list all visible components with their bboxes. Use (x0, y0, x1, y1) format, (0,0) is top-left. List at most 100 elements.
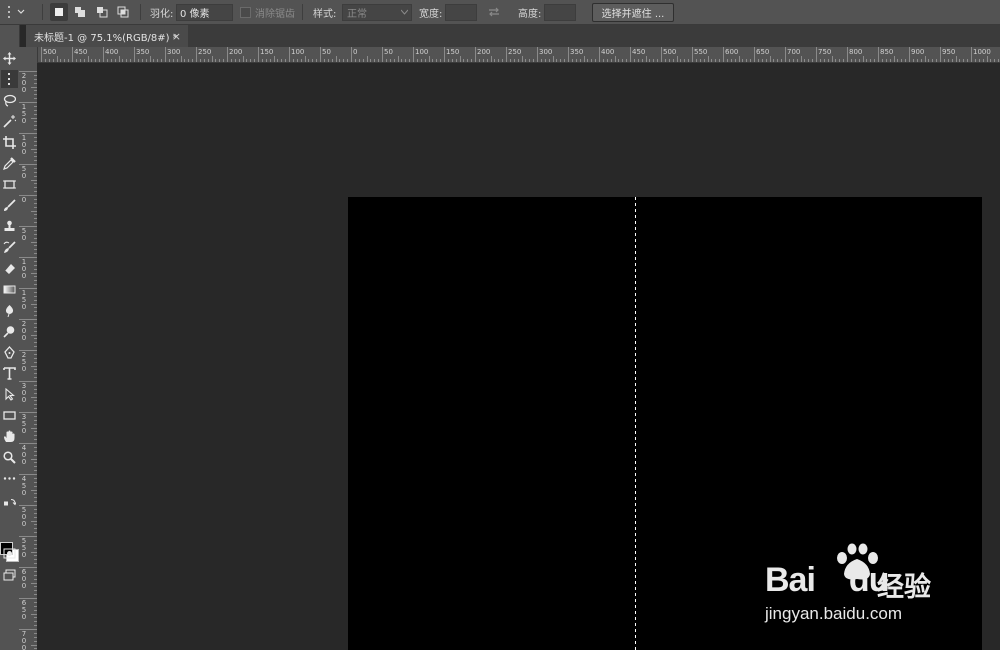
document-tab[interactable]: 未标题-1 @ 75.1%(RGB/8#) * × (26, 25, 188, 47)
ruler-tick (339, 59, 341, 62)
intersect-selection-button[interactable] (114, 3, 132, 21)
eraser-tool[interactable] (1, 259, 18, 277)
style-label: 样式: (313, 8, 337, 20)
pen-tool[interactable] (1, 343, 18, 361)
zoom-tool[interactable] (1, 448, 18, 466)
ruler-tick (19, 381, 37, 382)
style-select-wrap: 正常 (342, 0, 412, 24)
ruler-tick (943, 59, 945, 62)
gradient-tool[interactable] (1, 280, 18, 298)
ruler-tick (940, 47, 941, 62)
ruler-tick (498, 59, 500, 62)
ruler-tick-label: 150 (21, 289, 27, 311)
brush-tool[interactable] (1, 196, 18, 214)
pen-icon (4, 345, 15, 359)
ruler-tick (699, 59, 701, 62)
ruler-tick-label: 750 (818, 48, 832, 56)
tool-preset-picker[interactable] (4, 0, 38, 24)
eyedropper-tool[interactable] (1, 154, 18, 172)
ruler-tick (261, 59, 263, 62)
ruler-tick (761, 59, 763, 62)
ruler-tick (455, 59, 457, 62)
ruler-tick (316, 59, 318, 62)
crop-tool[interactable] (1, 133, 18, 151)
ruler-tick (947, 59, 949, 62)
ruler-tick-label: 300 (167, 48, 181, 56)
ruler-tick (370, 59, 372, 62)
ruler-tick (192, 59, 194, 62)
ruler-tick (870, 59, 872, 62)
ruler-tick (19, 567, 37, 568)
ruler-tick (153, 59, 155, 62)
magic-wand-tool[interactable] (1, 112, 18, 130)
select-and-mask-button[interactable]: 选择并遮住 ... (592, 3, 674, 22)
ruler-tick (692, 47, 693, 62)
ruler-tick-label: 150 (21, 103, 27, 125)
ruler-tick (971, 47, 972, 62)
height-input[interactable] (544, 3, 576, 21)
ruler-tick (258, 47, 259, 62)
feather-input[interactable]: 0 像素 (176, 3, 233, 21)
ruler-tick (517, 59, 519, 62)
ruler-tick (126, 59, 128, 62)
ruler-tick-label: 400 (601, 48, 615, 56)
ruler-tick (843, 59, 845, 62)
ruler-tick-label: 250 (508, 48, 522, 56)
hand-tool[interactable] (1, 427, 18, 445)
screen-mode-button[interactable] (1, 566, 18, 584)
ruler-tick (48, 59, 50, 62)
ruler-tick (719, 59, 721, 62)
ruler-tick (850, 59, 852, 62)
more-tools[interactable] (1, 469, 18, 487)
rectangle-tool[interactable] (1, 406, 18, 424)
ruler-tick (881, 59, 883, 62)
ruler-tick (99, 59, 101, 62)
ruler-tick (378, 59, 380, 62)
ruler-tick (998, 59, 1000, 62)
type-tool[interactable] (1, 364, 18, 382)
ruler-tick (215, 59, 217, 62)
close-tab-icon[interactable]: × (172, 30, 181, 43)
ruler-tick (645, 56, 647, 62)
ruler-tick (738, 56, 740, 62)
antialias-checkbox[interactable] (240, 6, 251, 18)
ruler-tick (95, 59, 97, 62)
ruler-tick-label: 550 (694, 48, 708, 56)
lasso-tool[interactable] (1, 91, 18, 109)
swap-dimensions-button[interactable] (487, 0, 501, 24)
ruler-vertical[interactable]: 2001501005005010015020025030035040045050… (19, 47, 38, 650)
width-input[interactable] (445, 3, 477, 21)
ruler-tick (351, 47, 352, 62)
ruler-tick (657, 59, 659, 62)
path-select-tool[interactable] (1, 385, 18, 403)
quick-mask-button[interactable] (1, 544, 18, 562)
style-select[interactable]: 正常 (342, 3, 412, 21)
dodge-tool[interactable] (1, 322, 18, 340)
ruler-tick-label: 0 (21, 196, 27, 204)
ruler-tick (622, 59, 624, 62)
ruler-tick (300, 59, 302, 62)
ruler-tick (19, 71, 37, 72)
ruler-tick (889, 59, 891, 62)
ruler-horizontal[interactable]: 500 450 400 350 300 250 200 150 100 50 0 50 100 150 20… (37, 47, 1000, 63)
ruler-tick (397, 56, 399, 62)
frame-tool[interactable] (1, 175, 18, 193)
swap-colors-button[interactable] (1, 496, 18, 508)
stamp-tool[interactable] (1, 217, 18, 235)
subtract-selection-button[interactable] (93, 3, 111, 21)
history-brush-tool[interactable] (1, 238, 18, 256)
new-selection-button[interactable] (50, 3, 68, 21)
add-selection-button[interactable] (71, 3, 89, 21)
marquee-tool[interactable] (1, 70, 18, 88)
ruler-tick (250, 59, 252, 62)
magic-wand-icon (3, 114, 16, 128)
ruler-tick (982, 59, 984, 62)
ruler-tick (502, 59, 504, 62)
blur-tool[interactable] (1, 301, 18, 319)
ruler-tick-label: 450 (632, 48, 646, 56)
ruler-tick (432, 59, 434, 62)
ruler-tick (785, 47, 786, 62)
move-tool[interactable] (1, 49, 18, 67)
ruler-tick (203, 59, 205, 62)
ruler-tick (637, 59, 639, 62)
